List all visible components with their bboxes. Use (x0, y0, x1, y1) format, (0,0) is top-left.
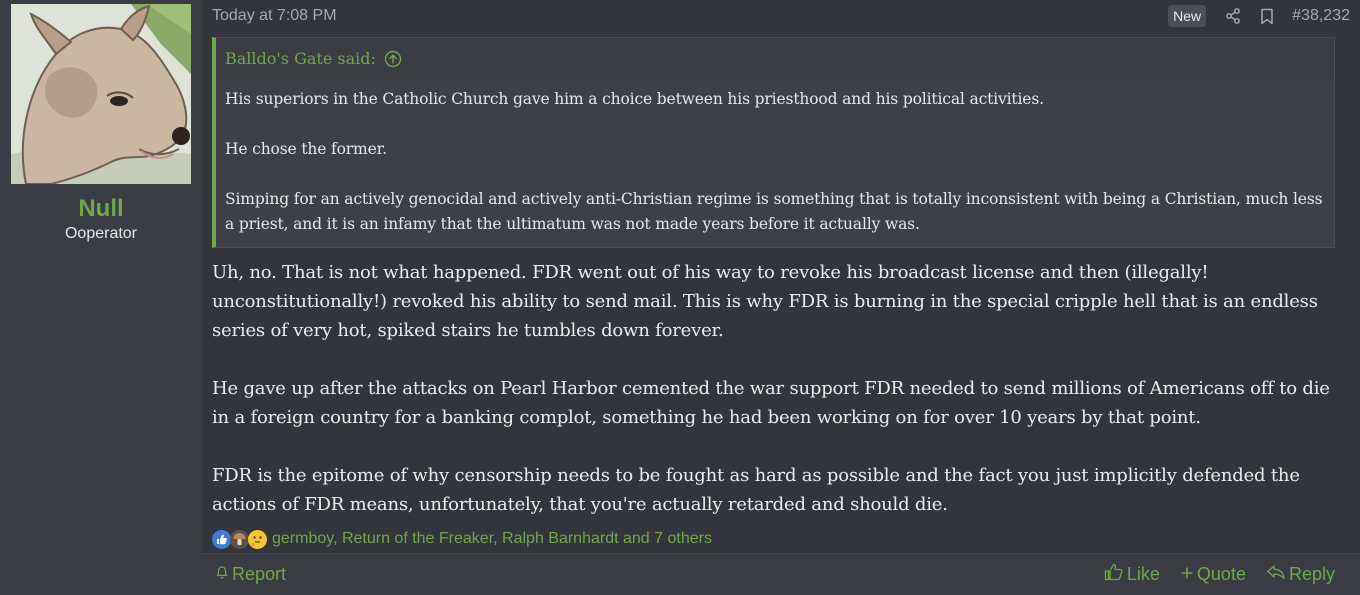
username[interactable]: Null (78, 195, 123, 223)
quote-paragraph: His superiors in the Catholic Church gav… (225, 90, 1044, 108)
share-icon[interactable] (1224, 7, 1242, 25)
reply-button[interactable]: Reply (1266, 563, 1335, 586)
quote-body: His superiors in the Catholic Church gav… (216, 79, 1334, 247)
message-body: Uh, no. That is not what happened. FDR w… (202, 248, 1360, 519)
like-button[interactable]: Like (1104, 563, 1160, 586)
footer-actions: Like Quote Reply (1104, 563, 1335, 586)
message-paragraph: He gave up after the attacks on Pearl Ha… (212, 378, 1330, 428)
post-header: Today at 7:08 PM New #38,232 (202, 0, 1360, 32)
arrow-up-circle-icon[interactable] (384, 50, 402, 68)
reactions-list[interactable]: germboy, Return of the Freaker, Ralph Ba… (272, 530, 712, 548)
post-main: Today at 7:08 PM New #38,232 Balldo's Ga… (202, 0, 1360, 595)
message-paragraph: FDR is the epitome of why censorship nee… (212, 465, 1300, 515)
bell-icon (215, 564, 229, 585)
thumbs-up-outline-icon (1104, 563, 1124, 586)
reactions-bar: germboy, Return of the Freaker, Ralph Ba… (202, 525, 1360, 553)
quote-header[interactable]: Balldo's Gate said: (216, 38, 1334, 79)
user-title: Ooperator (64, 225, 138, 242)
post-header-actions: New #38,232 (1168, 5, 1350, 27)
message-paragraph: Uh, no. That is not what happened. FDR w… (212, 262, 1318, 341)
reply-label: Reply (1288, 564, 1335, 584)
report-button[interactable]: Report (215, 564, 286, 585)
post-footer: Report Like Quote Reply (202, 553, 1360, 595)
reaction-icons[interactable] (212, 529, 267, 549)
quote-button[interactable]: Quote (1180, 563, 1246, 586)
user-sidebar: Null Ooperator (0, 0, 202, 595)
quote-paragraph: He chose the former. (225, 140, 387, 158)
bookmark-icon[interactable] (1258, 7, 1276, 25)
quote-author[interactable]: Balldo's Gate said: (225, 49, 376, 68)
quote-paragraph: Simping for an actively genocidal and ac… (225, 190, 1323, 233)
like-label: Like (1126, 564, 1160, 584)
mushroom-icon (230, 529, 249, 549)
reply-icon (1266, 564, 1286, 585)
plus-icon (1180, 564, 1194, 585)
post-date[interactable]: Today at 7:08 PM (212, 7, 337, 25)
thumbs-up-icon (212, 529, 231, 549)
quote-label: Quote (1196, 564, 1246, 584)
forum-post: Null Ooperator Today at 7:08 PM New #38,… (0, 0, 1360, 595)
new-badge: New (1168, 5, 1207, 27)
dog-avatar-icon (11, 4, 191, 184)
quote-block: Balldo's Gate said: His superiors in the… (212, 37, 1335, 248)
avatar[interactable] (11, 4, 191, 184)
post-number[interactable]: #38,232 (1292, 7, 1350, 25)
thinking-face-icon (248, 529, 267, 549)
report-label: Report (232, 564, 287, 584)
